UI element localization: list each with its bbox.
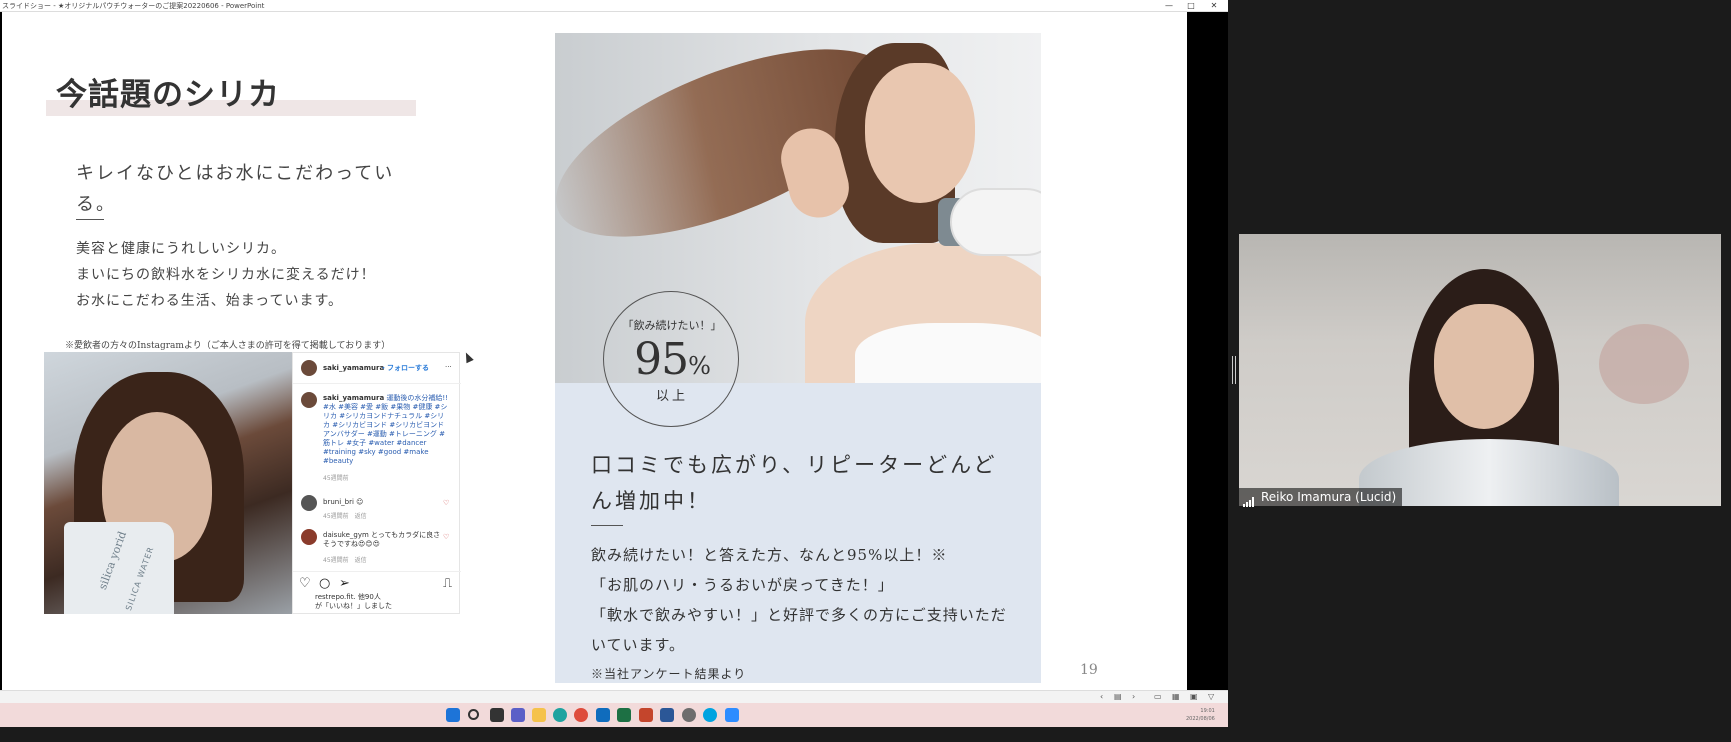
avatar bbox=[301, 495, 317, 511]
participant-name: Reiko Imamura (Lucid) bbox=[1261, 490, 1397, 504]
taskbar-clock[interactable]: 19:01 2022/08/06 bbox=[1186, 707, 1215, 723]
participant-face bbox=[1434, 304, 1534, 429]
left-body-line: 美容と健康にうれしいシリカ。 bbox=[76, 241, 286, 257]
background-object bbox=[1599, 324, 1689, 404]
close-button[interactable]: ✕ bbox=[1203, 0, 1225, 12]
clock-date: 2022/08/06 bbox=[1186, 716, 1215, 722]
left-heading: キレイなひとはお水にこだわっている。 bbox=[76, 163, 395, 215]
comment-1-time: 45週間前 返信 bbox=[323, 513, 367, 520]
heart-icon[interactable]: ♡ bbox=[443, 533, 449, 541]
previous-slide-button[interactable]: ‹ bbox=[1100, 692, 1103, 701]
share-icon[interactable]: ➢ bbox=[339, 576, 350, 591]
restore-button[interactable]: □ bbox=[1180, 0, 1202, 12]
skype-icon[interactable] bbox=[703, 708, 717, 722]
windows-icon[interactable] bbox=[446, 708, 460, 722]
instagram-note: ※愛飲者の方々のInstagramより（ご本人さまの許可を得て掲載しております） bbox=[65, 341, 391, 351]
bookmark-icon[interactable]: ⎍ bbox=[443, 576, 452, 591]
caption-text: 運動後の水分補給!! #水 #美容 #愛 #飯 #果物 #健康 #シリカ #シリ… bbox=[323, 394, 449, 465]
page-number: 19 bbox=[1080, 662, 1098, 678]
right-divider bbox=[591, 525, 623, 526]
slideshow-status-bar: ‹ ▤ › ▭ ▦ ▣ ▽ bbox=[0, 690, 1228, 703]
badge-number: 95% bbox=[604, 334, 740, 385]
ig-username: saki_yamamura bbox=[323, 364, 385, 372]
comment-2-time: 45週間前 返信 bbox=[323, 557, 367, 564]
photo-face bbox=[865, 63, 975, 203]
likes-line: restrepo.fit. 他90人 bbox=[315, 593, 381, 602]
heart-icon[interactable]: ♡ bbox=[443, 499, 449, 507]
window-title-bar: スライドショー - ★オリジナルパウチウォーターのご提案20220606 - P… bbox=[0, 0, 1228, 12]
avatar bbox=[301, 392, 317, 408]
search-icon[interactable] bbox=[468, 709, 479, 720]
survey-footnote: ※当社アンケート結果より bbox=[591, 667, 747, 681]
teams-icon[interactable] bbox=[511, 708, 525, 722]
edge-icon[interactable] bbox=[553, 708, 567, 722]
left-body-line: まいにちの飲料水をシリカ水に変えるだけ！ bbox=[76, 267, 376, 283]
likes-count: 他90人 bbox=[357, 593, 381, 601]
more-icon[interactable]: ··· bbox=[445, 363, 452, 372]
slide-sorter-icon[interactable]: ▦ bbox=[1172, 692, 1180, 701]
file-explorer-icon[interactable] bbox=[532, 708, 546, 722]
chrome-icon[interactable] bbox=[574, 708, 588, 722]
percent-badge: 「飲み続けたい！」 95% 以上 bbox=[603, 291, 739, 427]
comment-1-text: ☺ bbox=[356, 498, 364, 506]
photo-top bbox=[855, 323, 1041, 383]
comment-1-user: bruni_bri bbox=[323, 498, 354, 506]
like-icon[interactable]: ♡ bbox=[299, 576, 311, 591]
slide-side-margin bbox=[1187, 12, 1228, 690]
follow-link[interactable]: ・フォローする bbox=[380, 364, 429, 373]
minimize-button[interactable]: — bbox=[1158, 0, 1180, 12]
slide[interactable]: 今話題のシリカ キレイなひとはお水にこだわっている。 美容と健康にうれしいシリカ… bbox=[2, 12, 1187, 690]
comment-2: daisuke_gym とってもカラダに良さそうですね😍😊😍 bbox=[323, 531, 441, 549]
excel-icon[interactable] bbox=[617, 708, 631, 722]
settings-icon[interactable] bbox=[682, 708, 696, 722]
word-icon[interactable] bbox=[660, 708, 674, 722]
window-title: スライドショー - ★オリジナルパウチウォーターのご提案20220606 - P… bbox=[2, 2, 265, 10]
powerpoint-icon[interactable] bbox=[639, 708, 653, 722]
right-body-line: 「お肌のハリ・うるおいが戻ってきた！」 bbox=[591, 576, 894, 594]
badge-caption: 「飲み続けたい！」 bbox=[622, 319, 722, 332]
participant-name-label: Reiko Imamura (Lucid) bbox=[1239, 488, 1403, 507]
badge-percent: % bbox=[688, 352, 711, 380]
ig-divider bbox=[293, 571, 461, 572]
comment-icon[interactable]: ○ bbox=[319, 576, 330, 591]
right-body: 飲み続けたい！と答えた方、なんと95%以上！※ 「お肌のハリ・うるおいが戻ってき… bbox=[591, 540, 1021, 660]
comment-2-user: daisuke_gym bbox=[323, 531, 369, 539]
right-heading: 口コミでも広がり、リピーターどんどん増加中！ bbox=[591, 453, 998, 513]
badge-suffix: 以上 bbox=[655, 389, 688, 404]
ig-caption: saki_yamamura 運動後の水分補給!! #水 #美容 #愛 #飯 #果… bbox=[323, 394, 451, 466]
reading-view-icon[interactable]: ▣ bbox=[1190, 692, 1198, 701]
likes-text: が「いいね！」しました bbox=[315, 602, 392, 610]
badge-value: 95 bbox=[634, 334, 689, 385]
slide-title: 今話題のシリカ bbox=[56, 77, 280, 113]
normal-view-icon[interactable]: ▭ bbox=[1154, 692, 1162, 701]
avatar bbox=[301, 360, 317, 376]
caption-time: 45週間前 bbox=[323, 475, 349, 482]
next-slide-button[interactable]: › bbox=[1132, 692, 1135, 701]
instagram-panel: saki_yamamura ・フォローする ··· saki_yamamura … bbox=[292, 352, 461, 614]
outlook-icon[interactable] bbox=[596, 708, 610, 722]
hair-dryer bbox=[950, 188, 1041, 256]
right-body-line: 「軟水で飲みやすい！」と好評で多くの方にご支持いただいています。 bbox=[591, 606, 1007, 654]
signal-strength-icon bbox=[1243, 489, 1257, 507]
mouse-cursor-icon bbox=[462, 350, 474, 364]
instagram-photo: silica yorid SILICA WATER bbox=[44, 352, 292, 614]
panel-splitter-handle[interactable] bbox=[1232, 356, 1236, 384]
zoom-icon[interactable] bbox=[725, 708, 739, 722]
caption-user: saki_yamamura bbox=[323, 394, 385, 402]
slide-indicator-icon[interactable]: ▤ bbox=[1114, 692, 1122, 701]
ig-divider bbox=[293, 383, 461, 384]
windows-taskbar: 19:01 2022/08/06 bbox=[0, 703, 1228, 727]
slideshow-icon[interactable]: ▽ bbox=[1208, 692, 1214, 701]
likes-user: restrepo.fit. bbox=[315, 593, 356, 601]
left-divider bbox=[76, 219, 104, 220]
comment-1: bruni_bri ☺ bbox=[323, 498, 363, 507]
task-view-icon[interactable] bbox=[490, 708, 504, 722]
left-body-line: お水にこだわる生活、始まっています。 bbox=[76, 293, 344, 309]
clock-time: 19:01 bbox=[1200, 708, 1215, 714]
left-body: 美容と健康にうれしいシリカ。 まいにちの飲料水をシリカ水に変えるだけ！ お水にこ… bbox=[76, 236, 376, 314]
avatar bbox=[301, 529, 317, 545]
right-body-line: 飲み続けたい！と答えた方、なんと95%以上！※ bbox=[591, 546, 948, 564]
participant-video[interactable] bbox=[1239, 234, 1721, 506]
